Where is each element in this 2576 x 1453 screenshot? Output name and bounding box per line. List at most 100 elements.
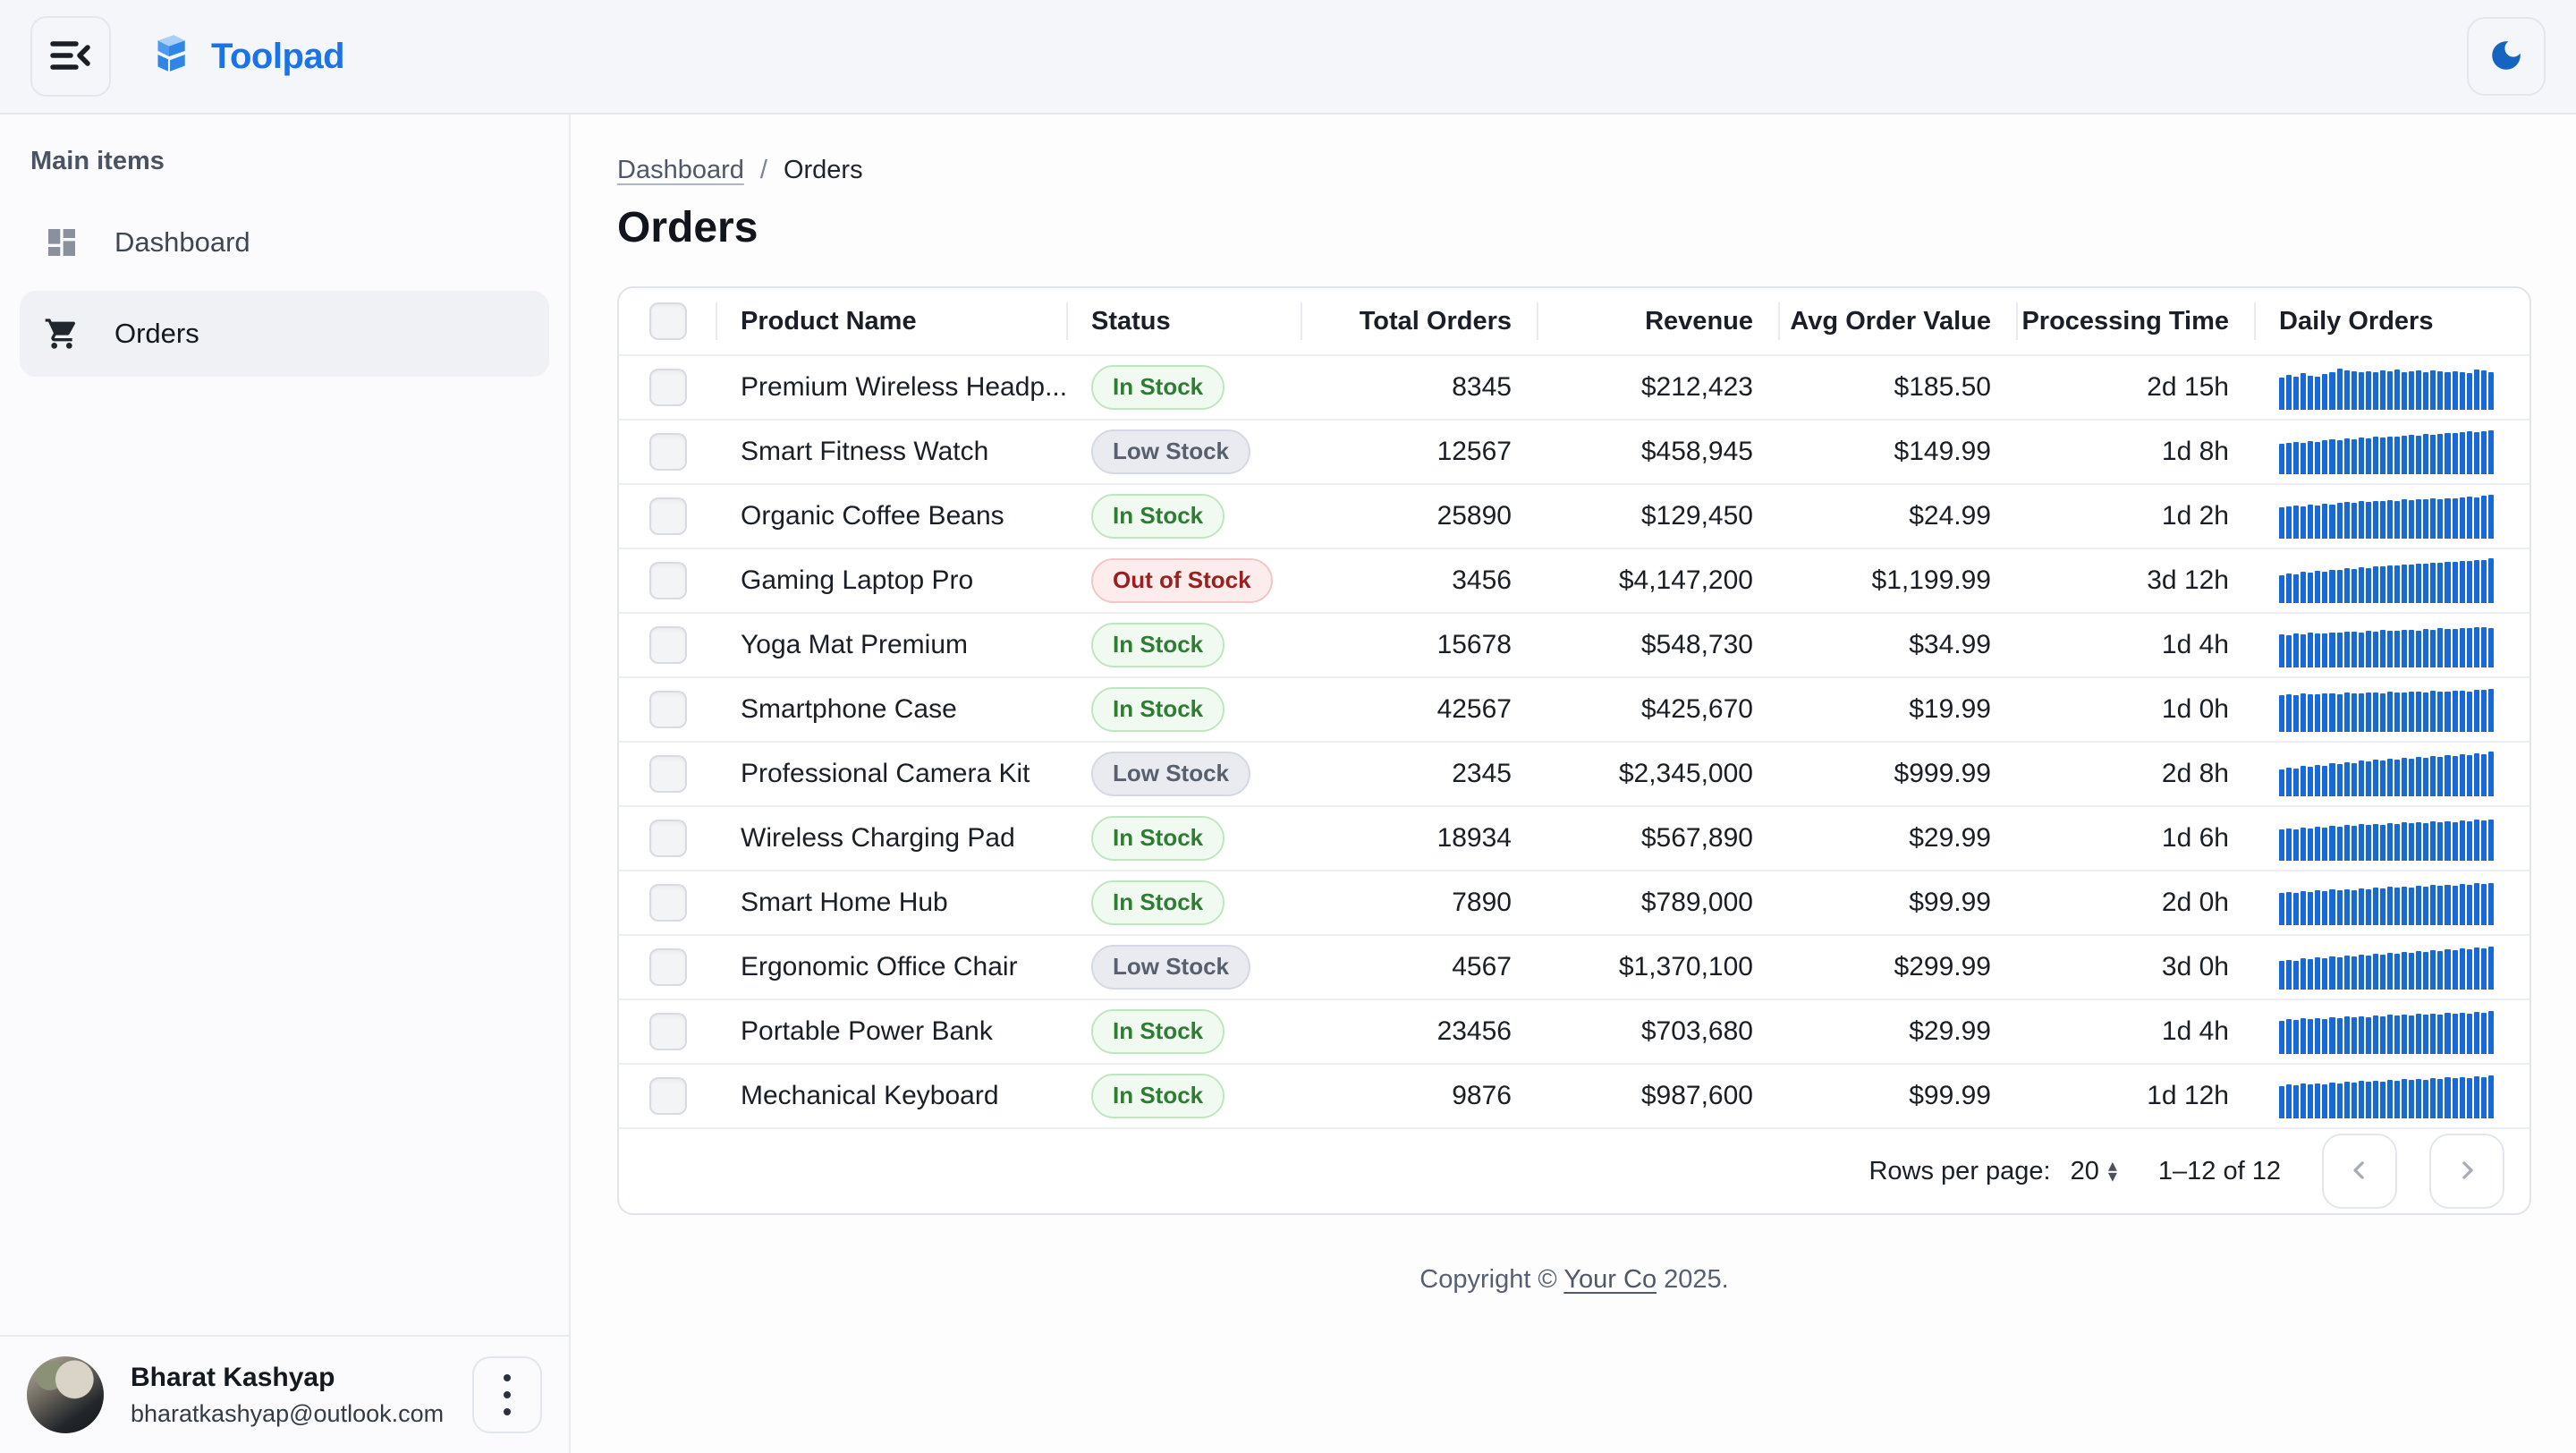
- cell-status: In Stock: [1068, 356, 1302, 419]
- row-checkbox[interactable]: [649, 626, 687, 664]
- cell-revenue: $425,670: [1538, 678, 1780, 741]
- app-bar: Toolpad: [0, 0, 2576, 115]
- status-badge: In Stock: [1091, 494, 1224, 538]
- user-menu-button[interactable]: [472, 1356, 542, 1433]
- cell-avg-order-value: $99.99: [1780, 871, 2018, 934]
- chevron-left-icon: [2346, 1157, 2373, 1186]
- status-badge: In Stock: [1091, 816, 1224, 860]
- cell-status: In Stock: [1068, 485, 1302, 548]
- cell-total-orders: 18934: [1302, 807, 1538, 870]
- rows-per-page-select[interactable]: 20 ▴▾: [2071, 1157, 2117, 1186]
- company-link[interactable]: Your Co: [1563, 1265, 1657, 1294]
- row-checkbox[interactable]: [649, 755, 687, 793]
- row-checkbox[interactable]: [649, 562, 687, 599]
- row-checkbox[interactable]: [649, 884, 687, 922]
- table-row: Smart Home HubIn Stock7890$789,000$99.99…: [619, 870, 2529, 934]
- user-email: bharatkashyap@outlook.com: [131, 1400, 444, 1428]
- cell-avg-order-value: $29.99: [1780, 1000, 2018, 1063]
- main-content: Dashboard / Orders Orders Product Name S…: [571, 0, 2576, 1295]
- row-checkbox[interactable]: [649, 948, 687, 986]
- status-badge: In Stock: [1091, 365, 1224, 409]
- next-page-button[interactable]: [2429, 1134, 2504, 1209]
- select-all-checkbox[interactable]: [649, 302, 687, 340]
- app-title: Toolpad: [211, 37, 344, 77]
- column-header-status[interactable]: Status: [1068, 288, 1302, 354]
- orders-table: Product Name Status Total Orders Revenue…: [617, 286, 2531, 1215]
- cell-product-name: Professional Camera Kit: [717, 743, 1068, 805]
- collapse-sidebar-button[interactable]: [30, 16, 111, 97]
- row-checkbox[interactable]: [649, 691, 687, 728]
- row-checkbox[interactable]: [649, 369, 687, 406]
- table-row: Wireless Charging PadIn Stock18934$567,8…: [619, 805, 2529, 870]
- status-badge: Out of Stock: [1091, 558, 1273, 602]
- app-logo[interactable]: Toolpad: [147, 32, 344, 81]
- sidebar-item-orders[interactable]: Orders: [20, 291, 549, 377]
- cell-total-orders: 7890: [1302, 871, 1538, 934]
- cell-total-orders: 2345: [1302, 743, 1538, 805]
- breadcrumb-dashboard-link[interactable]: Dashboard: [617, 156, 744, 185]
- table-header-row: Product Name Status Total Orders Revenue…: [619, 288, 2529, 354]
- table-row: Premium Wireless Headp...In Stock8345$21…: [619, 354, 2529, 419]
- daily-orders-sparkline: [2279, 1074, 2494, 1118]
- column-header-daily-orders[interactable]: Daily Orders: [2256, 288, 2529, 354]
- row-select-cell: [619, 1065, 717, 1127]
- sidebar-item-dashboard[interactable]: Dashboard: [20, 200, 549, 285]
- row-checkbox[interactable]: [649, 1013, 687, 1050]
- row-select-cell: [619, 743, 717, 805]
- status-badge: Low Stock: [1091, 752, 1250, 795]
- cell-daily-orders: [2256, 871, 2529, 934]
- row-select-cell: [619, 549, 717, 612]
- cell-total-orders: 15678: [1302, 614, 1538, 676]
- previous-page-button[interactable]: [2322, 1134, 2397, 1209]
- row-checkbox[interactable]: [649, 1077, 687, 1115]
- column-header-processing-time[interactable]: Processing Time: [2018, 288, 2256, 354]
- cell-total-orders: 42567: [1302, 678, 1538, 741]
- table-row: Portable Power BankIn Stock23456$703,680…: [619, 998, 2529, 1063]
- cell-avg-order-value: $24.99: [1780, 485, 2018, 548]
- cell-daily-orders: [2256, 936, 2529, 998]
- cell-processing-time: 2d 15h: [2018, 356, 2256, 419]
- spinner-arrows-icon: ▴▾: [2108, 1160, 2117, 1183]
- cell-status: In Stock: [1068, 807, 1302, 870]
- cell-total-orders: 3456: [1302, 549, 1538, 612]
- cell-revenue: $703,680: [1538, 1000, 1780, 1063]
- status-badge: Low Stock: [1091, 429, 1250, 473]
- cell-product-name: Yoga Mat Premium: [717, 614, 1068, 676]
- column-header-total-orders[interactable]: Total Orders: [1302, 288, 1538, 354]
- rows-per-page-label: Rows per page:: [1868, 1157, 2050, 1186]
- cell-total-orders: 8345: [1302, 356, 1538, 419]
- daily-orders-sparkline: [2279, 752, 2494, 796]
- cell-daily-orders: [2256, 549, 2529, 612]
- cell-avg-order-value: $19.99: [1780, 678, 2018, 741]
- cell-product-name: Organic Coffee Beans: [717, 485, 1068, 548]
- row-checkbox[interactable]: [649, 433, 687, 471]
- row-checkbox[interactable]: [649, 497, 687, 535]
- page-title: Orders: [617, 203, 2531, 252]
- status-badge: In Stock: [1091, 1009, 1224, 1053]
- cell-revenue: $4,147,200: [1538, 549, 1780, 612]
- breadcrumb-separator: /: [760, 156, 767, 185]
- status-badge: In Stock: [1091, 687, 1224, 731]
- row-select-cell: [619, 807, 717, 870]
- cell-revenue: $987,600: [1538, 1065, 1780, 1127]
- row-checkbox[interactable]: [649, 820, 687, 857]
- column-header-revenue[interactable]: Revenue: [1538, 288, 1780, 354]
- user-avatar: [27, 1356, 104, 1433]
- cell-status: Low Stock: [1068, 743, 1302, 805]
- sidebar-section-label: Main items: [0, 115, 569, 194]
- column-header-avg-order-value[interactable]: Avg Order Value: [1780, 288, 2018, 354]
- table-pagination: Rows per page: 20 ▴▾ 1–12 of 12: [619, 1127, 2529, 1213]
- row-select-cell: [619, 614, 717, 676]
- table-row: Yoga Mat PremiumIn Stock15678$548,730$34…: [619, 612, 2529, 676]
- cell-total-orders: 12567: [1302, 421, 1538, 483]
- daily-orders-sparkline: [2279, 687, 2494, 732]
- theme-toggle-button[interactable]: [2467, 17, 2546, 96]
- breadcrumb-current: Orders: [784, 156, 863, 185]
- daily-orders-sparkline: [2279, 945, 2494, 990]
- cell-daily-orders: [2256, 678, 2529, 741]
- copyright-footer: Copyright © Your Co 2025.: [617, 1265, 2531, 1295]
- toolpad-logo-icon: [147, 32, 191, 81]
- cell-processing-time: 2d 8h: [2018, 743, 2256, 805]
- table-row: Gaming Laptop ProOut of Stock3456$4,147,…: [619, 548, 2529, 612]
- column-header-product-name[interactable]: Product Name: [717, 288, 1068, 354]
